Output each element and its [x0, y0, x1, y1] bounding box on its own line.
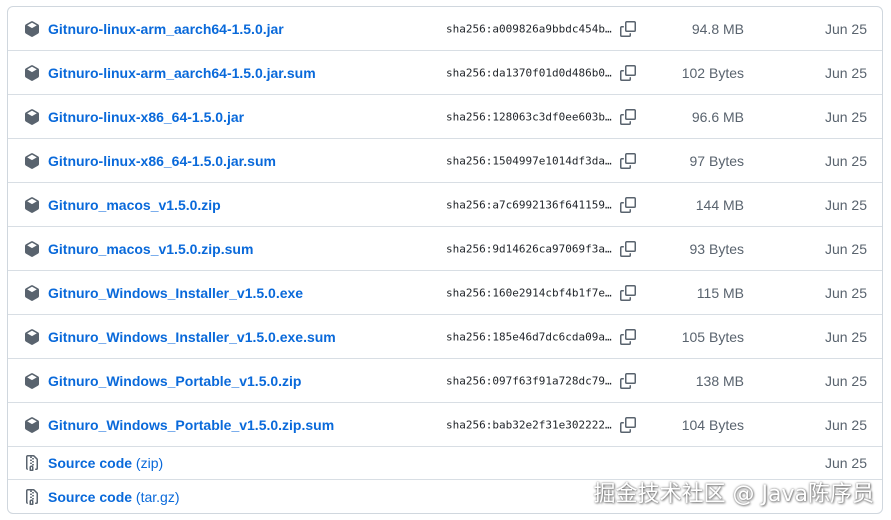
asset-size: 104 Bytes	[681, 416, 744, 433]
asset-link[interactable]: Gitnuro_macos_v1.5.0.zip	[48, 197, 221, 213]
copy-icon[interactable]	[620, 372, 636, 389]
asset-row: Gitnuro_Windows_Installer_v1.5.0.exe sha…	[8, 271, 882, 315]
release-assets-list: Gitnuro-linux-arm_aarch64-1.5.0.jar sha2…	[7, 6, 883, 514]
asset-sha256: sha256:128063c3df0ee603b…	[446, 110, 612, 123]
source-code-link[interactable]: Source code (tar.gz)	[48, 489, 180, 505]
copy-icon[interactable]	[620, 64, 636, 81]
package-icon	[24, 416, 40, 433]
asset-sha256: sha256:097f63f91a728dc79…	[446, 374, 612, 387]
file-zip-icon	[24, 488, 40, 505]
asset-date: Jun 25	[824, 196, 867, 213]
asset-sha256: sha256:160e2914cbf4b1f7e…	[446, 286, 612, 299]
asset-date: Jun 25	[824, 240, 867, 257]
package-icon	[24, 108, 40, 125]
asset-date: Jun 25	[824, 20, 867, 37]
asset-sha256: sha256:9d14626ca97069f3a…	[446, 242, 612, 255]
asset-sha256: sha256:a009826a9bbdc454b…	[446, 22, 612, 35]
asset-row: Gitnuro_Windows_Portable_v1.5.0.zip sha2…	[8, 359, 882, 403]
asset-size: 94.8 MB	[691, 20, 744, 37]
source-code-date: Jun 25	[824, 455, 867, 471]
asset-date: Jun 25	[824, 64, 867, 81]
asset-link[interactable]: Gitnuro_Windows_Installer_v1.5.0.exe.sum	[48, 329, 336, 345]
asset-size: 138 MB	[695, 372, 744, 389]
asset-sha256: sha256:a7c6992136f641159…	[446, 198, 612, 211]
asset-link[interactable]: Gitnuro-linux-arm_aarch64-1.5.0.jar	[48, 21, 284, 37]
package-icon	[24, 196, 40, 213]
asset-date: Jun 25	[824, 108, 867, 125]
copy-icon[interactable]	[620, 108, 636, 125]
source-code-format[interactable]: (zip)	[136, 455, 163, 471]
package-icon	[24, 64, 40, 81]
asset-sha256: sha256:1504997e1014df3da…	[446, 154, 612, 167]
copy-icon[interactable]	[620, 328, 636, 345]
package-icon	[24, 372, 40, 389]
asset-size: 96.6 MB	[691, 108, 744, 125]
source-code-label[interactable]: Source code	[48, 489, 132, 505]
package-icon	[24, 328, 40, 345]
source-code-format[interactable]: (tar.gz)	[136, 489, 180, 505]
asset-row: Gitnuro-linux-x86_64-1.5.0.jar.sum sha25…	[8, 139, 882, 183]
copy-icon[interactable]	[620, 152, 636, 169]
asset-row: Gitnuro_macos_v1.5.0.zip sha256:a7c69921…	[8, 183, 882, 227]
asset-row: Gitnuro_Windows_Portable_v1.5.0.zip.sum …	[8, 403, 882, 447]
package-icon	[24, 240, 40, 257]
asset-date: Jun 25	[824, 284, 867, 301]
watermark: 掘金技术社区 @ Java陈序员	[593, 482, 874, 507]
asset-link[interactable]: Gitnuro_Windows_Portable_v1.5.0.zip	[48, 373, 301, 389]
copy-icon[interactable]	[620, 284, 636, 301]
asset-size: 115 MB	[696, 284, 744, 301]
asset-row: Gitnuro-linux-x86_64-1.5.0.jar sha256:12…	[8, 95, 882, 139]
asset-link[interactable]: Gitnuro-linux-x86_64-1.5.0.jar	[48, 109, 244, 125]
asset-size: 97 Bytes	[689, 152, 744, 169]
asset-date: Jun 25	[824, 152, 867, 169]
source-code-link[interactable]: Source code (zip)	[48, 455, 163, 471]
source-code-label[interactable]: Source code	[48, 455, 132, 471]
asset-row: Gitnuro-linux-arm_aarch64-1.5.0.jar sha2…	[8, 7, 882, 51]
asset-date: Jun 25	[824, 328, 867, 345]
asset-size: 144 MB	[695, 196, 744, 213]
package-icon	[24, 152, 40, 169]
copy-icon[interactable]	[620, 20, 636, 37]
copy-icon[interactable]	[620, 240, 636, 257]
asset-link[interactable]: Gitnuro_Windows_Portable_v1.5.0.zip.sum	[48, 417, 334, 433]
file-zip-icon	[24, 455, 40, 471]
asset-row: Gitnuro_Windows_Installer_v1.5.0.exe.sum…	[8, 315, 882, 359]
asset-date: Jun 25	[824, 372, 867, 389]
package-icon	[24, 20, 40, 37]
asset-link[interactable]: Gitnuro_Windows_Installer_v1.5.0.exe	[48, 285, 303, 301]
asset-sha256: sha256:185e46d7dc6cda09a…	[446, 330, 612, 343]
asset-row: Gitnuro-linux-arm_aarch64-1.5.0.jar.sum …	[8, 51, 882, 95]
asset-sha256: sha256:da1370f01d0d486b0…	[446, 66, 612, 79]
asset-size: 93 Bytes	[689, 240, 744, 257]
asset-date: Jun 25	[824, 416, 867, 433]
asset-sha256: sha256:bab32e2f31e302222…	[446, 418, 612, 431]
asset-link[interactable]: Gitnuro-linux-arm_aarch64-1.5.0.jar.sum	[48, 65, 316, 81]
asset-link[interactable]: Gitnuro-linux-x86_64-1.5.0.jar.sum	[48, 153, 276, 169]
asset-link[interactable]: Gitnuro_macos_v1.5.0.zip.sum	[48, 241, 253, 257]
package-icon	[24, 284, 40, 301]
asset-row: Gitnuro_macos_v1.5.0.zip.sum sha256:9d14…	[8, 227, 882, 271]
asset-size: 102 Bytes	[681, 64, 744, 81]
asset-size: 105 Bytes	[681, 328, 744, 345]
copy-icon[interactable]	[620, 196, 636, 213]
copy-icon[interactable]	[620, 416, 636, 433]
